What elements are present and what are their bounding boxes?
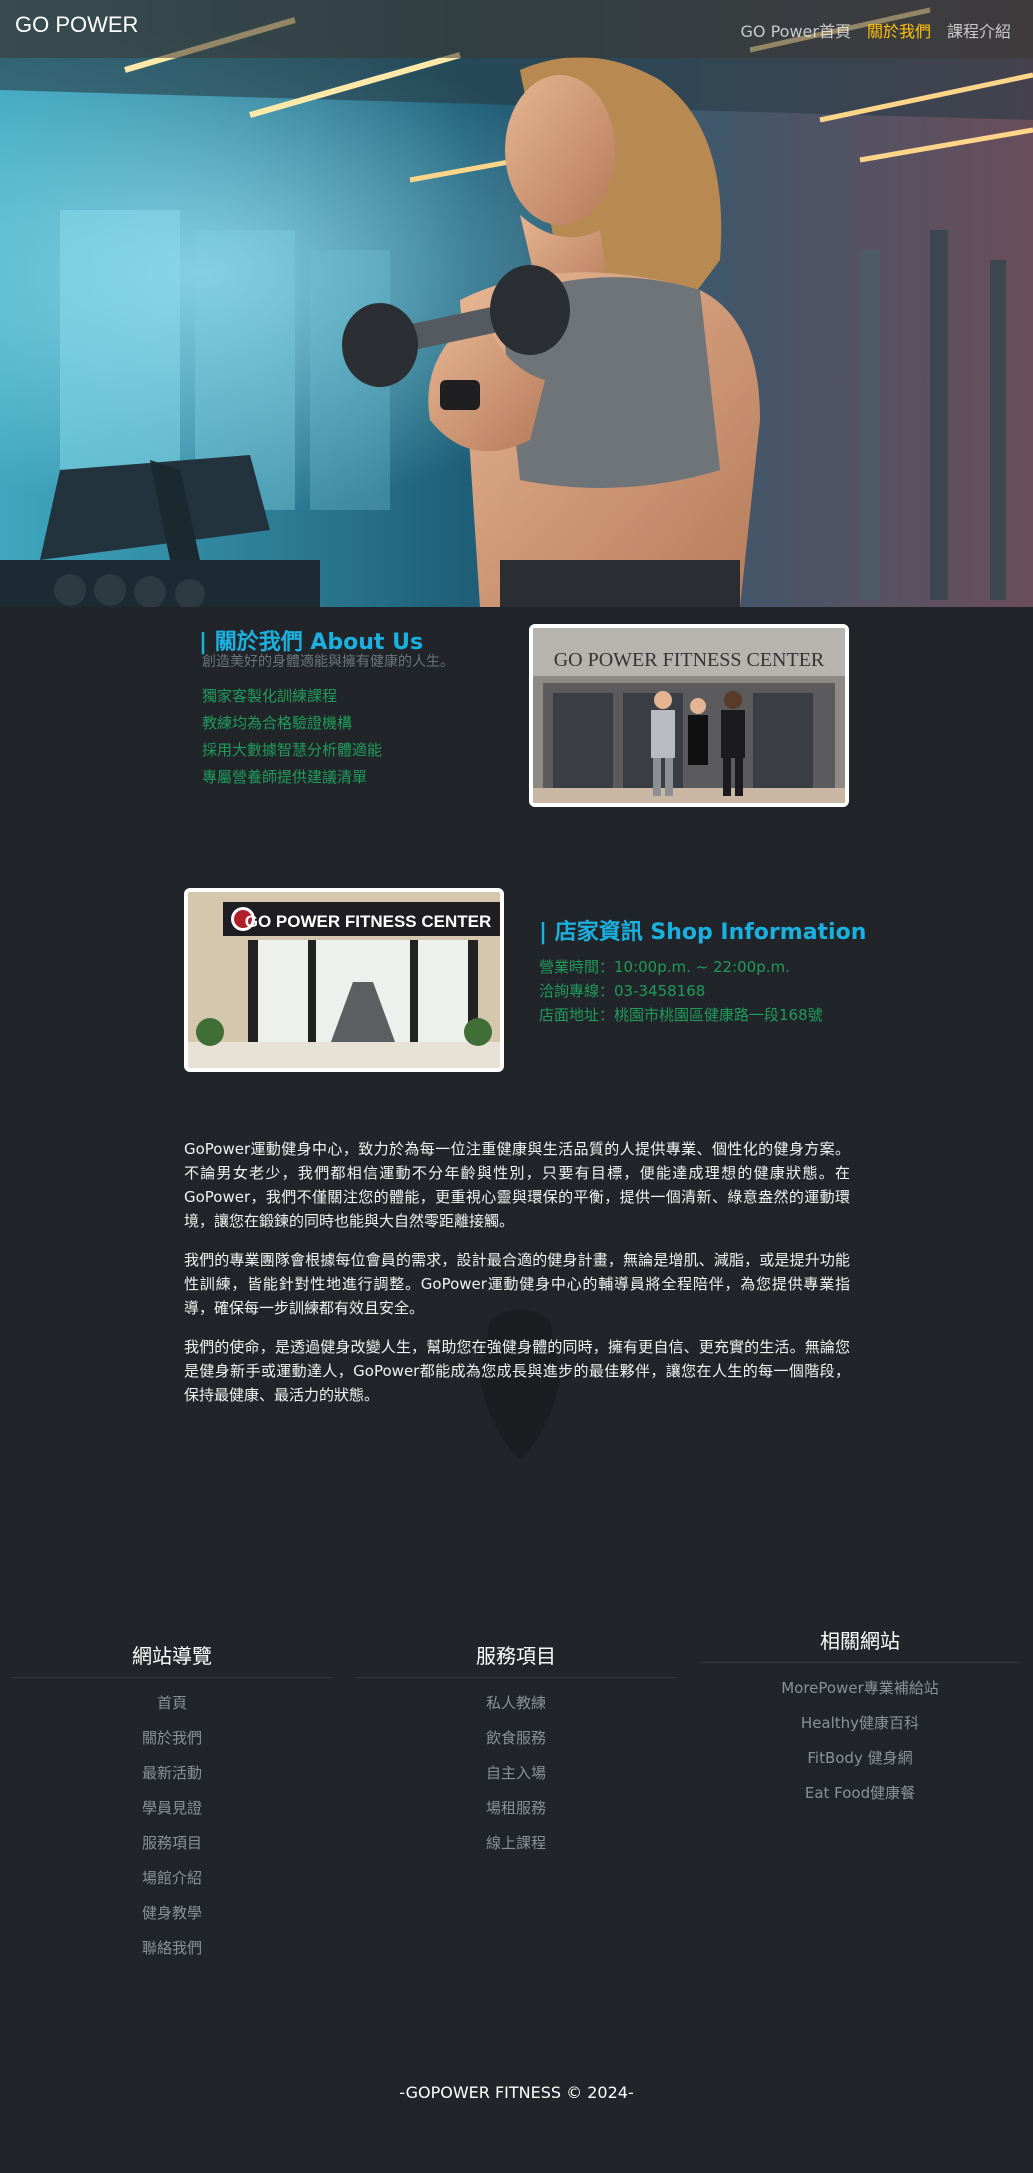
hero-banner	[0, 0, 1033, 607]
copyright-text: -GOPOWER FITNESS © 2024-	[399, 2083, 634, 2102]
nav-link-about[interactable]: 關於我們	[867, 18, 931, 42]
footer-link[interactable]: 自主入場	[356, 1756, 676, 1791]
footer-link[interactable]: Eat Food健康餐	[700, 1776, 1020, 1811]
gym-entrance-photo: GO POWER FITNESS CENTER	[184, 888, 504, 1072]
footer-link[interactable]: 首頁	[12, 1686, 332, 1721]
description-paragraph: 我們的使命，是透過健身改變人生，幫助您在強健身體的同時，擁有更自信、更充實的生活…	[184, 1338, 850, 1404]
storefront-sign-text: GO POWER FITNESS CENTER	[554, 649, 825, 671]
about-feature-list: 獨家客製化訓練課程 教練均為合格驗證機構 採用大數據智慧分析體適能 專屬營養師提…	[202, 683, 382, 791]
footer-link[interactable]: 學員見證	[12, 1791, 332, 1826]
footer-link[interactable]: 最新活動	[12, 1756, 332, 1791]
storefront-team-photo: GO POWER FITNESS CENTER	[529, 624, 849, 807]
footer-services: 服務項目 私人教練 飲食服務 自主入場 場租服務 線上課程	[356, 1640, 676, 1861]
nav-link-courses[interactable]: 課程介紹	[947, 18, 1011, 42]
footer-link[interactable]: MorePower專業補給站	[700, 1671, 1020, 1706]
footer-link[interactable]: 私人教練	[356, 1686, 676, 1721]
footer-related-sites: 相關網站 MorePower專業補給站 Healthy健康百科 FitBody …	[700, 1625, 1020, 1811]
entrance-sign-text: GO POWER FITNESS CENTER	[245, 912, 492, 931]
footer-site-nav-title: 網站導覽	[12, 1640, 332, 1678]
shop-info-title: | 店家資訊 Shop Information	[539, 920, 867, 945]
footer-site-nav: 網站導覽 首頁 關於我們 最新活動 學員見證 服務項目 場館介紹 健身教學 聯絡…	[12, 1640, 332, 1966]
hero-image	[0, 0, 1033, 607]
footer-link[interactable]: 線上課程	[356, 1826, 676, 1861]
business-hours: 營業時間：10:00p.m. ~ 22:00p.m.	[539, 958, 790, 976]
about-description: GoPower運動健身中心，致力於為每一位注重健康與生活品質的人提供專業、個性化…	[184, 1137, 850, 1422]
footer-link[interactable]: Healthy健康百科	[700, 1706, 1020, 1741]
footer-link[interactable]: 聯絡我們	[12, 1931, 332, 1966]
footer-link[interactable]: 服務項目	[12, 1826, 332, 1861]
footer-link[interactable]: 健身教學	[12, 1896, 332, 1931]
footer-link[interactable]: 場租服務	[356, 1791, 676, 1826]
footer-services-title: 服務項目	[356, 1640, 676, 1678]
description-paragraph: GoPower運動健身中心，致力於為每一位注重健康與生活品質的人提供專業、個性化…	[184, 1140, 850, 1230]
store-address: 店面地址：桃園市桃園區健康路一段168號	[539, 1006, 823, 1024]
about-feature-item: 專屬營養師提供建議清單	[202, 768, 368, 786]
description-paragraph: 我們的專業團隊會根據每位會員的需求，設計最合適的健身計畫，無論是增肌、減脂，或是…	[184, 1251, 850, 1317]
nav-links: GO Power首頁 關於我們 課程介紹	[741, 18, 1012, 42]
footer-related-title: 相關網站	[700, 1625, 1020, 1663]
about-feature-item: 採用大數據智慧分析體適能	[202, 741, 383, 759]
shop-info-details: 營業時間：10:00p.m. ~ 22:00p.m. 洽詢專線：03-34581…	[539, 955, 823, 1027]
footer-link[interactable]: FitBody 健身網	[700, 1741, 1020, 1776]
contact-phone: 洽詢專線：03-3458168	[539, 982, 706, 1000]
about-feature-item: 教練均為合格驗證機構	[202, 714, 353, 732]
top-navbar: GO POWER GO Power首頁 關於我們 課程介紹	[0, 0, 1033, 58]
footer-link[interactable]: 關於我們	[12, 1721, 332, 1756]
about-feature-item: 獨家客製化訓練課程	[202, 687, 338, 705]
footer-link[interactable]: 飲食服務	[356, 1721, 676, 1756]
brand-logo[interactable]: GO POWER	[15, 12, 138, 38]
nav-link-home[interactable]: GO Power首頁	[741, 18, 851, 42]
footer-link[interactable]: 場館介紹	[12, 1861, 332, 1896]
about-subtitle: 創造美好的身體適能與擁有健康的人生。	[202, 654, 454, 670]
